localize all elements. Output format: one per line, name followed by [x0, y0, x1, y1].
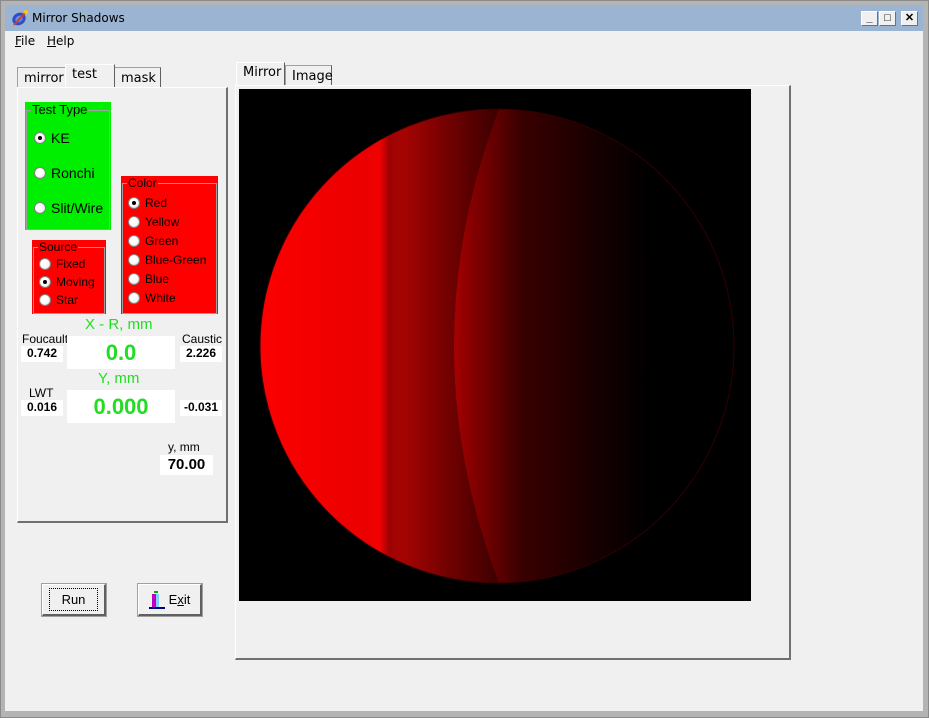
small-y-label: y, mm — [168, 440, 200, 454]
radio-slit-wire-indicator[interactable] — [34, 202, 46, 214]
radio-ke-label: KE — [51, 130, 70, 146]
radio-blue-indicator[interactable] — [128, 273, 140, 285]
client-area: File Help mirror test mask Test Type KE … — [5, 31, 923, 711]
test-panel: Test Type KE Ronchi Slit/Wire Color Red … — [17, 87, 228, 523]
x-r-value: 0.0 — [67, 336, 175, 369]
radio-red-indicator[interactable] — [128, 197, 140, 209]
radio-red[interactable]: Red — [128, 196, 167, 210]
window-title: Mirror Shadows — [32, 11, 125, 25]
radio-blue-green-indicator[interactable] — [128, 254, 140, 266]
radio-yellow[interactable]: Yellow — [128, 215, 179, 229]
radio-moving-label: Moving — [56, 275, 95, 289]
radio-fixed-indicator[interactable] — [39, 258, 51, 270]
color-title: Color — [127, 176, 158, 190]
tab-mask-label: mask — [121, 71, 156, 86]
run-button[interactable]: Run — [41, 583, 107, 617]
radio-fixed[interactable]: Fixed — [39, 257, 85, 271]
tab-mirror-view-label: Mirror — [243, 65, 282, 80]
y-label: Y, mm — [98, 370, 140, 387]
radio-slit-wire-label: Slit/Wire — [51, 200, 104, 216]
radio-star-indicator[interactable] — [39, 294, 51, 306]
close-button[interactable]: ✕ — [901, 11, 918, 26]
exit-button-label: Exit — [169, 592, 191, 607]
menu-help[interactable]: Help — [47, 34, 74, 48]
foucault-label: Foucault — [22, 332, 69, 346]
caustic-y-value: -0.031 — [180, 400, 222, 416]
tab-mirror-view[interactable]: Mirror — [236, 62, 285, 85]
lwt-value: 0.016 — [21, 400, 63, 416]
menu-help-accel: H — [47, 34, 57, 48]
maximize-icon: □ — [884, 12, 891, 24]
app-window: Mirror Shadows _ □ ✕ File Help mirror te… — [0, 0, 929, 718]
tab-image[interactable]: Image — [285, 65, 333, 86]
menu-file-label: ile — [21, 34, 36, 48]
small-y-value: 70.00 — [160, 455, 213, 475]
radio-ronchi[interactable]: Ronchi — [34, 165, 95, 181]
test-type-group: Test Type KE Ronchi Slit/Wire — [25, 102, 111, 230]
x-r-label: X - R, mm — [85, 316, 153, 333]
radio-ke[interactable]: KE — [34, 130, 70, 146]
title-bar[interactable]: Mirror Shadows _ □ ✕ — [5, 5, 923, 31]
color-group: Color Red Yellow Green Blue-Green Blue W… — [121, 176, 218, 314]
mirror-shadow-svg — [259, 108, 735, 584]
radio-moving-indicator[interactable] — [39, 276, 51, 288]
caustic-value: 2.226 — [180, 346, 222, 362]
app-icon — [12, 10, 28, 26]
radio-blue-green-label: Blue-Green — [145, 253, 207, 267]
lwt-label: LWT — [29, 386, 54, 400]
exit-label-rest: it — [183, 592, 191, 607]
radio-white-indicator[interactable] — [128, 292, 140, 304]
mirror-disc — [260, 109, 734, 583]
radio-green[interactable]: Green — [128, 234, 178, 248]
radio-white-label: White — [145, 291, 176, 305]
radio-red-label: Red — [145, 196, 168, 210]
radio-ronchi-indicator[interactable] — [34, 167, 46, 179]
radio-slit-wire[interactable]: Slit/Wire — [34, 200, 103, 216]
radio-yellow-label: Yellow — [145, 215, 180, 229]
tab-mirror[interactable]: mirror — [17, 67, 66, 88]
radio-star[interactable]: Star — [39, 293, 78, 307]
mirror-shadow-image[interactable] — [239, 89, 751, 601]
radio-green-indicator[interactable] — [128, 235, 140, 247]
radio-fixed-label: Fixed — [56, 257, 86, 271]
minimize-icon: _ — [866, 12, 873, 24]
radio-ke-indicator[interactable] — [34, 132, 46, 144]
menu-bar: File Help — [5, 31, 923, 51]
tab-test[interactable]: test — [65, 64, 115, 87]
radio-blue-green[interactable]: Blue-Green — [128, 253, 206, 267]
radio-yellow-indicator[interactable] — [128, 216, 140, 228]
tab-image-label: Image — [292, 69, 333, 84]
foucault-value: 0.742 — [21, 346, 63, 362]
maximize-button[interactable]: □ — [879, 11, 896, 26]
menu-help-label: elp — [56, 34, 75, 48]
source-title: Source — [38, 240, 79, 254]
radio-star-label: Star — [56, 293, 79, 307]
exit-button[interactable]: Exit — [137, 583, 203, 617]
tab-test-label: test — [72, 67, 97, 82]
source-group: Source Fixed Moving Star — [32, 240, 106, 314]
tab-mask[interactable]: mask — [114, 67, 161, 88]
radio-white[interactable]: White — [128, 291, 176, 305]
radio-blue-label: Blue — [145, 272, 170, 286]
radio-ronchi-label: Ronchi — [51, 165, 95, 181]
exit-door-icon — [148, 590, 165, 609]
test-type-title: Test Type — [31, 102, 89, 117]
radio-moving[interactable]: Moving — [39, 275, 95, 289]
tab-mirror-label: mirror — [24, 71, 64, 86]
radio-blue[interactable]: Blue — [128, 272, 169, 286]
minimize-button[interactable]: _ — [861, 11, 878, 26]
menu-file[interactable]: File — [15, 34, 35, 48]
y-value: 0.000 — [67, 390, 175, 423]
caustic-label: Caustic — [182, 332, 223, 346]
close-icon: ✕ — [904, 12, 915, 24]
radio-green-label: Green — [145, 234, 179, 248]
run-button-label: Run — [48, 588, 99, 611]
